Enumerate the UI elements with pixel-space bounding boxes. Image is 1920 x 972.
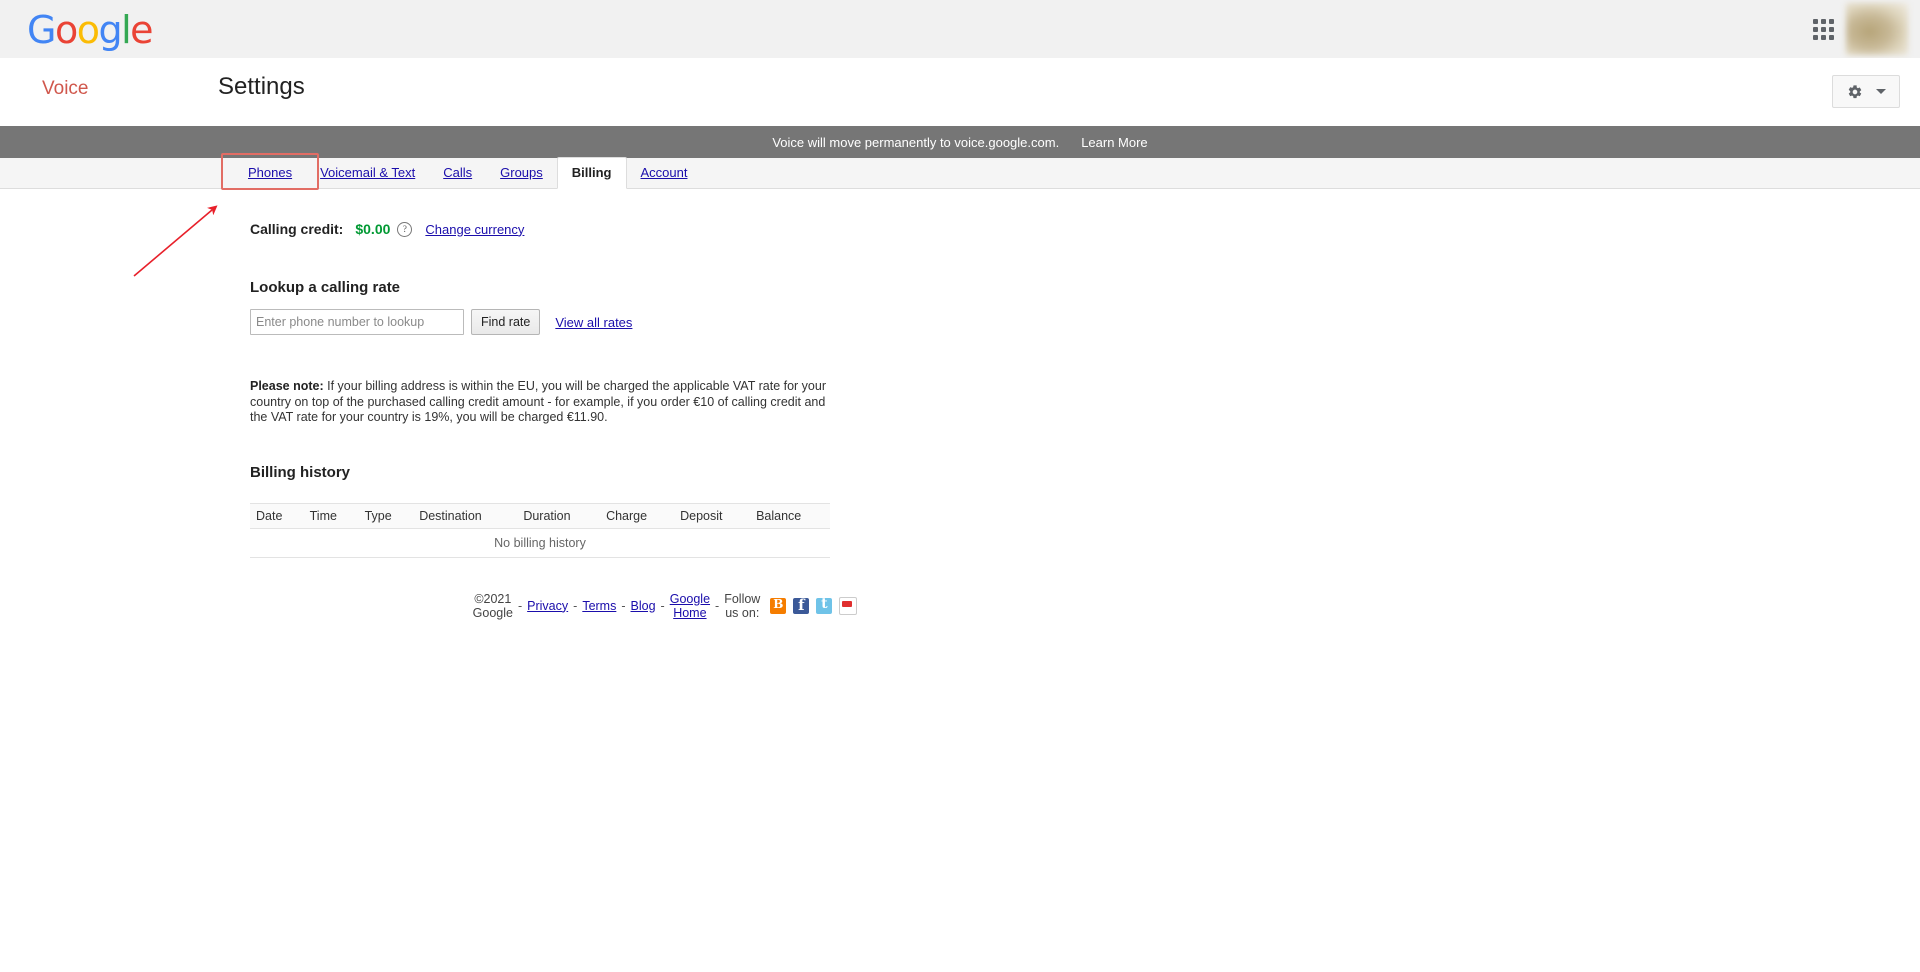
calling-credit-row: Calling credit: $0.00 ? Change currency xyxy=(250,221,840,237)
logo-letter-e: e xyxy=(130,8,153,52)
blogger-icon[interactable] xyxy=(770,597,787,614)
copyright-text: ©2021 Google xyxy=(472,591,513,620)
tab-account[interactable]: Account xyxy=(627,157,702,188)
help-icon[interactable]: ? xyxy=(397,221,413,237)
table-row: No billing history xyxy=(250,528,830,558)
page-footer: ©2021 Google - Privacy - Terms - Blog - … xyxy=(250,591,858,620)
voice-brand-link[interactable]: Voice xyxy=(42,78,88,100)
follow-us-label: Follow us on: xyxy=(724,591,761,620)
lookup-rate-heading: Lookup a calling rate xyxy=(250,279,401,296)
settings-menu-button[interactable] xyxy=(1832,75,1900,108)
change-currency-link[interactable]: Change currency xyxy=(425,222,524,237)
footer-sep: - xyxy=(715,598,720,613)
tab-calls[interactable]: Calls xyxy=(429,157,486,188)
vat-note-paragraph: Please note: If your billing address is … xyxy=(250,379,830,426)
tab-billing[interactable]: Billing xyxy=(556,157,627,189)
calling-credit-amount: $0.00 xyxy=(355,221,391,237)
privacy-link[interactable]: Privacy xyxy=(527,599,568,613)
tab-phones[interactable]: Phones xyxy=(234,157,306,188)
page-title: Settings xyxy=(218,73,305,100)
billing-history-heading: Billing history xyxy=(250,463,351,481)
view-all-rates-link[interactable]: View all rates xyxy=(555,315,632,330)
logo-letter-o1: o xyxy=(54,8,78,52)
footer-sep: - xyxy=(517,598,523,613)
billing-history-table: Date Time Type Destination Duration Char… xyxy=(250,502,830,558)
migration-notice-bar: Voice will move permanently to voice.goo… xyxy=(0,126,1920,158)
apps-dot xyxy=(1812,34,1818,40)
logo-letter-o2: o xyxy=(76,8,100,52)
logo-letter-g: g xyxy=(98,8,122,52)
apps-dot xyxy=(1828,34,1834,40)
chevron-down-icon xyxy=(1875,89,1886,94)
footer-sep: - xyxy=(573,598,578,613)
apps-dot xyxy=(1820,26,1826,32)
apps-dot xyxy=(1812,18,1818,24)
apps-dot xyxy=(1828,18,1834,24)
google-bar-right xyxy=(1806,0,1920,58)
avatar[interactable] xyxy=(1846,3,1908,55)
col-date: Date xyxy=(250,502,304,529)
col-deposit: Deposit xyxy=(674,502,751,529)
learn-more-link[interactable]: Learn More xyxy=(1081,135,1147,150)
gear-icon xyxy=(1847,84,1863,100)
billing-history-head: Date Time Type Destination Duration Char… xyxy=(250,502,830,529)
google-logo[interactable]: Google xyxy=(27,8,154,52)
col-time: Time xyxy=(303,502,359,529)
social-icons xyxy=(770,596,858,615)
apps-dot xyxy=(1812,26,1818,32)
col-balance: Balance xyxy=(750,502,830,529)
apps-grid-icon[interactable] xyxy=(1806,12,1840,46)
billing-panel: Calling credit: $0.00 ? Change currency … xyxy=(0,189,858,620)
footer-sep: - xyxy=(660,598,665,613)
youtube-icon[interactable] xyxy=(839,596,858,615)
note-prefix: Please note: xyxy=(250,379,324,393)
logo-letter-G: G xyxy=(27,8,56,52)
apps-dot xyxy=(1820,34,1826,40)
product-header: Voice Settings xyxy=(0,58,1920,126)
find-rate-button[interactable]: Find rate xyxy=(471,309,541,335)
phone-lookup-input[interactable] xyxy=(250,309,464,335)
settings-tabstrip: Phones Voicemail & Text Calls Groups Bil… xyxy=(0,153,1920,190)
table-header-row: Date Time Type Destination Duration Char… xyxy=(250,502,830,529)
col-destination: Destination xyxy=(413,502,518,529)
google-home-link[interactable]: Google Home xyxy=(670,592,710,620)
col-duration: Duration xyxy=(517,502,601,529)
col-type: Type xyxy=(358,502,414,529)
blog-link[interactable]: Blog xyxy=(631,599,656,613)
calling-credit-label: Calling credit: xyxy=(250,221,344,237)
tab-groups[interactable]: Groups xyxy=(486,157,557,188)
facebook-icon[interactable] xyxy=(793,597,810,614)
tab-voicemail-text[interactable]: Voicemail & Text xyxy=(306,157,429,188)
billing-history-body: No billing history xyxy=(250,528,830,558)
empty-state-message: No billing history xyxy=(250,528,830,558)
notice-message: Voice will move permanently to voice.goo… xyxy=(772,134,1060,150)
twitter-icon[interactable] xyxy=(816,597,833,614)
note-body: If your billing address is within the EU… xyxy=(250,379,826,424)
col-charge: Charge xyxy=(600,502,675,529)
apps-dot xyxy=(1828,26,1834,32)
lookup-rate-row: Find rate View all rates xyxy=(250,309,840,335)
terms-link[interactable]: Terms xyxy=(582,599,616,613)
footer-sep: - xyxy=(621,598,626,613)
logo-letter-l: l xyxy=(121,8,132,52)
apps-dot xyxy=(1820,18,1826,24)
google-bar: Google xyxy=(0,0,1920,58)
